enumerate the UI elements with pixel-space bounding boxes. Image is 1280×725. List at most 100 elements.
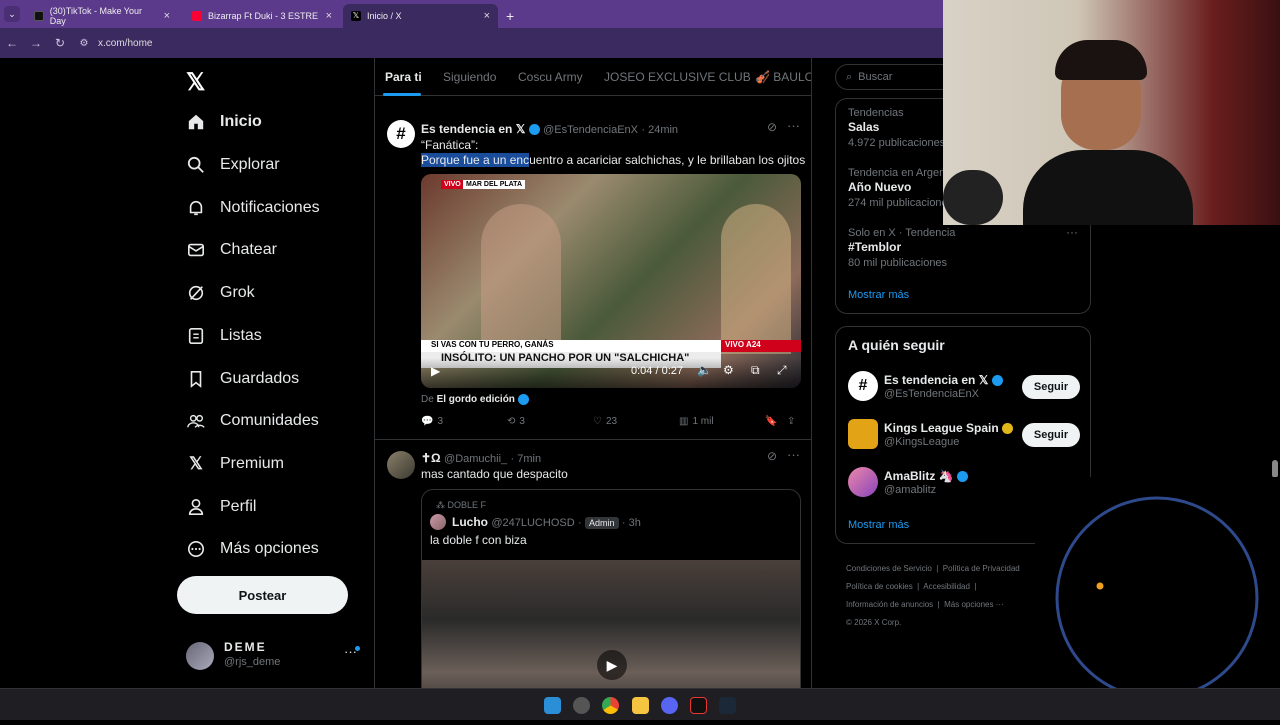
quote-video[interactable]: ▶ <box>422 560 800 688</box>
reply-button[interactable]: 💬 3 <box>421 416 443 427</box>
close-icon[interactable]: × <box>484 10 490 22</box>
share-icon[interactable]: ⇪ <box>787 416 795 427</box>
play-icon[interactable]: ▶ <box>597 650 627 680</box>
close-icon[interactable]: × <box>164 10 170 22</box>
tiktok-icon[interactable] <box>690 697 707 714</box>
trend-title[interactable]: #Temblor <box>848 240 901 254</box>
nav-item-notificaciones[interactable]: Notificaciones <box>186 198 320 218</box>
video-player[interactable]: VIVO MAR DEL PLATA SI VAS CON TU PERRO, … <box>421 174 801 388</box>
retweet-button[interactable]: ⟲ 3 <box>507 416 525 427</box>
fullscreen-icon[interactable]: ⤢ <box>777 363 787 378</box>
tab-search-icon[interactable]: ⌄ <box>4 6 20 22</box>
hashtag-avatar-icon[interactable]: # <box>387 120 415 148</box>
reply-icon: 💬 <box>421 416 434 427</box>
grok-icon[interactable]: ⊘ <box>767 449 777 463</box>
bookmark-icon[interactable]: 🔖 <box>765 416 777 427</box>
nav-label: Listas <box>220 327 262 344</box>
forward-icon[interactable]: → <box>24 36 48 50</box>
tweet-author-name[interactable]: Es tendencia en 𝕏 <box>421 122 525 136</box>
tweet-author-handle[interactable]: @EsTendenciaEnX <box>543 124 638 136</box>
more-icon[interactable]: ··· <box>787 118 800 133</box>
nav-item-premium[interactable]: 𝕏 Premium <box>186 454 284 474</box>
nav-item-mas-opciones[interactable]: Más opciones <box>186 539 319 559</box>
tab-para-ti[interactable]: Para ti <box>385 70 422 84</box>
tweet[interactable]: ✝Ω @Damuchii_ · 7min ⊘ ··· mas cantado q… <box>375 441 811 688</box>
tweet[interactable]: # Es tendencia en 𝕏 @EsTendenciaEnX · 24… <box>375 112 811 440</box>
browser-tab-youtube[interactable]: Bizarrap Ft Duki - 3 ESTRELLAS × <box>184 4 340 28</box>
settings-icon[interactable]: ⚙ <box>723 363 734 377</box>
footer-link[interactable]: Política de cookies <box>846 582 913 591</box>
tweet-author-handle[interactable]: @Damuchii_ <box>444 453 507 465</box>
nav-item-explorar[interactable]: Explorar <box>186 155 280 175</box>
volume-icon[interactable]: 🔈 <box>697 363 712 377</box>
footer-link[interactable]: Accesibilidad <box>923 582 970 591</box>
avatar[interactable] <box>186 642 214 670</box>
url-field[interactable]: x.com/home <box>98 38 152 49</box>
play-icon[interactable]: ▶ <box>431 364 440 378</box>
youtube-icon <box>192 11 202 21</box>
home-icon <box>186 112 206 132</box>
kings-league-logo-icon[interactable] <box>848 419 878 449</box>
nav-item-perfil[interactable]: Perfil <box>186 497 256 517</box>
tweet-time[interactable]: · 24min <box>641 124 678 136</box>
browser-tab-tiktok[interactable]: (30)TikTok - Make Your Day × <box>26 4 178 28</box>
nav-item-listas[interactable]: Listas <box>186 326 262 346</box>
avatar[interactable] <box>387 451 415 479</box>
reload-icon[interactable]: ↻ <box>48 36 72 50</box>
more-icon[interactable]: ··· <box>787 447 800 462</box>
steam-icon[interactable] <box>719 697 736 714</box>
tweet-author-name[interactable]: ✝Ω <box>421 451 441 465</box>
trend-title[interactable]: Año Nuevo <box>848 180 911 194</box>
views-button[interactable]: ▥ 1 mil <box>679 416 714 427</box>
account-name[interactable]: AmaBlitz 🦄 <box>884 469 954 483</box>
footer-link[interactable]: Política de Privacidad <box>943 564 1020 573</box>
quote-author-handle: @247LUCHOSD <box>491 517 575 529</box>
quoted-tweet[interactable]: ⁂ DOBLE F Lucho @247LUCHOSD · Admin · 3h… <box>421 489 801 688</box>
trend-title[interactable]: Salas <box>848 120 879 134</box>
tab-joseo[interactable]: JOSEO EXCLUSIVE CLUB <box>604 70 751 84</box>
selected-text: Porque fue a un enc <box>421 153 530 167</box>
scrollbar-thumb[interactable] <box>1272 460 1278 478</box>
tab-baulo[interactable]: 🎻 BAULO <box>755 70 811 84</box>
account-handle: @EsTendenciaEnX <box>884 388 979 400</box>
footer: Condiciones de Servicio | Política de Pr… <box>846 564 1020 627</box>
x-logo-icon[interactable]: 𝕏 <box>186 68 205 97</box>
windows-start-icon[interactable] <box>544 697 561 714</box>
like-button[interactable]: ♡ 23 <box>593 416 617 427</box>
footer-link[interactable]: Más opciones ··· <box>944 600 1004 609</box>
hashtag-avatar-icon[interactable]: # <box>848 371 878 401</box>
source-link[interactable]: El gordo edición <box>437 394 515 405</box>
new-tab-button[interactable]: + <box>502 4 522 28</box>
chrome-icon[interactable] <box>602 697 619 714</box>
show-more-link[interactable]: Mostrar más <box>848 519 909 531</box>
show-more-link[interactable]: Mostrar más <box>848 289 909 301</box>
footer-link[interactable]: Condiciones de Servicio <box>846 564 932 573</box>
follow-button[interactable]: Seguir <box>1022 375 1080 399</box>
browser-tab-x[interactable]: 𝕏 Inicio / X × <box>343 4 498 28</box>
discord-icon[interactable] <box>661 697 678 714</box>
account-name[interactable]: Es tendencia en 𝕏 <box>884 373 988 387</box>
tweet-time[interactable]: · 7min <box>511 453 542 465</box>
account-name[interactable]: Kings League Spain <box>884 421 999 435</box>
nav-item-guardados[interactable]: Guardados <box>186 369 299 389</box>
tab-siguiendo[interactable]: Siguiendo <box>443 70 496 84</box>
tab-coscu-army[interactable]: Coscu Army <box>518 70 583 84</box>
close-icon[interactable]: × <box>326 10 332 22</box>
nav-item-chatear[interactable]: Chatear <box>186 240 277 260</box>
post-button[interactable]: Postear <box>177 576 348 614</box>
back-icon[interactable]: ← <box>0 36 24 50</box>
nav-item-comunidades[interactable]: Comunidades <box>186 411 319 431</box>
fan-shape <box>943 170 1003 225</box>
obs-icon[interactable] <box>573 697 590 714</box>
grok-icon[interactable]: ⊘ <box>767 120 777 134</box>
more-icon[interactable]: ··· <box>1066 225 1078 239</box>
follow-button[interactable]: Seguir <box>1022 423 1080 447</box>
nav-item-grok[interactable]: Grok <box>186 283 255 303</box>
avatar[interactable] <box>848 467 878 497</box>
site-info-icon[interactable]: ⚙ <box>72 38 96 49</box>
nav-item-inicio[interactable]: Inicio <box>186 112 262 132</box>
footer-link[interactable]: Información de anuncios <box>846 600 933 609</box>
picture-in-picture-icon[interactable]: ⧉ <box>751 363 760 378</box>
folder-icon[interactable] <box>632 697 649 714</box>
nav-label: Comunidades <box>220 412 319 429</box>
